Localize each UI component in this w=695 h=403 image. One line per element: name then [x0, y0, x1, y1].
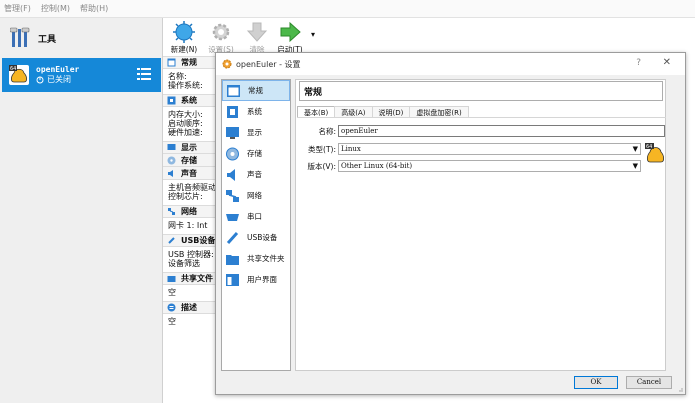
nav-display[interactable]: 显示	[222, 122, 290, 143]
svg-text:64: 64	[10, 66, 16, 72]
menu-file[interactable]: 管理(F)	[4, 3, 31, 14]
vm-state-label: 已关闭	[47, 75, 71, 84]
vm-list-item[interactable]: 64 openEuler 已关闭	[2, 58, 161, 92]
details-usb-header[interactable]: USB设备	[163, 234, 223, 247]
main-toolbar: 新建(N) 设置(S) 清除 启动(T) ▾	[163, 18, 695, 56]
serial-port-icon	[226, 213, 239, 221]
settings-button[interactable]: 设置(S)	[201, 21, 241, 55]
cancel-button[interactable]: Cancel	[626, 376, 672, 389]
folder-icon	[167, 276, 176, 282]
network-icon	[168, 208, 175, 215]
network-icon	[226, 189, 239, 202]
type-select[interactable]: Linux ▼	[338, 143, 641, 155]
chevron-down-icon: ▼	[632, 162, 638, 170]
version-row: 版本(V):	[302, 160, 340, 172]
details-network-header[interactable]: 网络	[163, 205, 223, 218]
nav-shared-folders[interactable]: 共享文件夹	[222, 248, 290, 269]
tools-item[interactable]: 工具	[0, 20, 163, 56]
nav-storage[interactable]: 存储	[222, 143, 290, 164]
discard-arrow-icon	[246, 22, 268, 42]
usb-icon	[226, 231, 239, 244]
version-value: Other Linux (64-bit)	[341, 162, 413, 170]
start-options-arrow[interactable]: ▾	[311, 30, 315, 39]
tools-icon	[10, 27, 30, 47]
details-display-header[interactable]: 显示	[163, 141, 223, 154]
details-audio-header[interactable]: 声音	[163, 167, 223, 180]
display-icon	[226, 126, 239, 139]
gear-icon	[212, 23, 230, 41]
new-label: 新建(N)	[170, 45, 198, 54]
settings-category-list: 常规 系统 显示 存储 声音 网络 串口 USB设备 共享文件夹 用户界面	[221, 79, 291, 371]
display-icon	[167, 144, 176, 150]
vm-name: openEuler	[36, 65, 80, 74]
details-description-body: 空	[168, 317, 176, 326]
details-shared-header[interactable]: 共享文件	[163, 272, 223, 285]
type-value: Linux	[341, 145, 361, 153]
start-arrow-icon	[280, 21, 301, 43]
storage-icon	[226, 147, 239, 160]
name-label: 名称:	[318, 126, 336, 136]
menu-machine[interactable]: 控制(M)	[41, 3, 70, 14]
details-storage-header[interactable]: 存储	[163, 154, 223, 167]
nav-network[interactable]: 网络	[222, 185, 290, 206]
system-icon	[167, 96, 176, 105]
speaker-icon	[168, 169, 173, 177]
nav-general[interactable]: 常规	[222, 80, 290, 101]
close-icon[interactable]: ✕	[663, 57, 671, 68]
description-icon	[167, 303, 176, 312]
type-label: 类型(T):	[308, 144, 336, 154]
start-button[interactable]: 启动(T)	[270, 21, 310, 55]
storage-icon	[167, 156, 176, 164]
power-off-icon	[36, 76, 44, 83]
os-badge: 64	[646, 144, 652, 150]
ok-button[interactable]: OK	[574, 376, 618, 389]
folder-icon	[226, 254, 239, 265]
settings-dialog: openEuler - 设置 ? ✕ 常规 系统 显示 存储 声音 网络 串口 …	[215, 52, 686, 395]
details-audio-body: 主机音频驱动 控制芯片:	[168, 183, 216, 201]
vm-state: 已关闭	[36, 74, 79, 85]
name-input[interactable]: openEuler	[338, 125, 665, 137]
name-row: 名称:	[302, 125, 340, 137]
nav-user-interface[interactable]: 用户界面	[222, 269, 290, 290]
details-usb-body: USB 控制器: 设备筛选	[168, 250, 214, 268]
details-shared-body: 空	[168, 288, 176, 297]
machine-list-panel: 工具 64 openEuler 已关闭	[0, 18, 163, 403]
general-icon	[227, 84, 240, 97]
gear-title-icon	[222, 59, 232, 69]
new-button[interactable]: 新建(N)	[164, 21, 204, 55]
details-network-body: 网卡 1: Int	[168, 221, 208, 230]
dialog-titlebar[interactable]: openEuler - 设置 ? ✕	[216, 53, 685, 75]
linux-os-icon: 64	[645, 143, 665, 163]
menubar: 管理(F) 控制(M) 帮助(H)	[0, 0, 695, 18]
nav-audio[interactable]: 声音	[222, 164, 290, 185]
settings-page: 常规 基本(B) 高级(A) 说明(D) 虚拟盘加密(R) 名称: openEu…	[295, 79, 666, 371]
new-machine-icon	[173, 21, 195, 43]
details-general-header[interactable]: 常规	[163, 56, 223, 69]
help-button[interactable]: ?	[636, 58, 641, 68]
version-label: 版本(V):	[307, 161, 336, 171]
vm-menu-icon[interactable]	[137, 67, 151, 81]
nav-usb[interactable]: USB设备	[222, 227, 290, 248]
menu-help[interactable]: 帮助(H)	[80, 3, 108, 14]
details-system-header[interactable]: 系统	[163, 94, 223, 107]
linux-os-icon: 64	[9, 65, 29, 85]
details-description-header[interactable]: 描述	[163, 301, 223, 314]
tools-label: 工具	[38, 34, 57, 45]
usb-icon	[168, 237, 175, 244]
page-title: 常规	[299, 81, 663, 101]
resize-grip-icon[interactable]	[677, 386, 683, 392]
user-interface-icon	[226, 273, 239, 286]
dialog-title: openEuler - 设置	[236, 59, 301, 69]
details-pane: 常规 名称: 操作系统: 系统 内存大小: 启动顺序: 硬件加速: 显示 存储 …	[163, 56, 223, 403]
version-select[interactable]: Other Linux (64-bit) ▼	[338, 160, 641, 172]
nav-serial[interactable]: 串口	[222, 206, 290, 227]
type-row: 类型(T):	[302, 143, 340, 155]
speaker-icon	[227, 168, 235, 181]
nav-system[interactable]: 系统	[222, 101, 290, 122]
system-icon	[227, 105, 238, 118]
details-general-body: 名称: 操作系统:	[168, 72, 203, 90]
general-icon	[167, 58, 176, 67]
chevron-down-icon: ▼	[632, 145, 638, 153]
details-system-body: 内存大小: 启动顺序: 硬件加速:	[168, 110, 203, 137]
